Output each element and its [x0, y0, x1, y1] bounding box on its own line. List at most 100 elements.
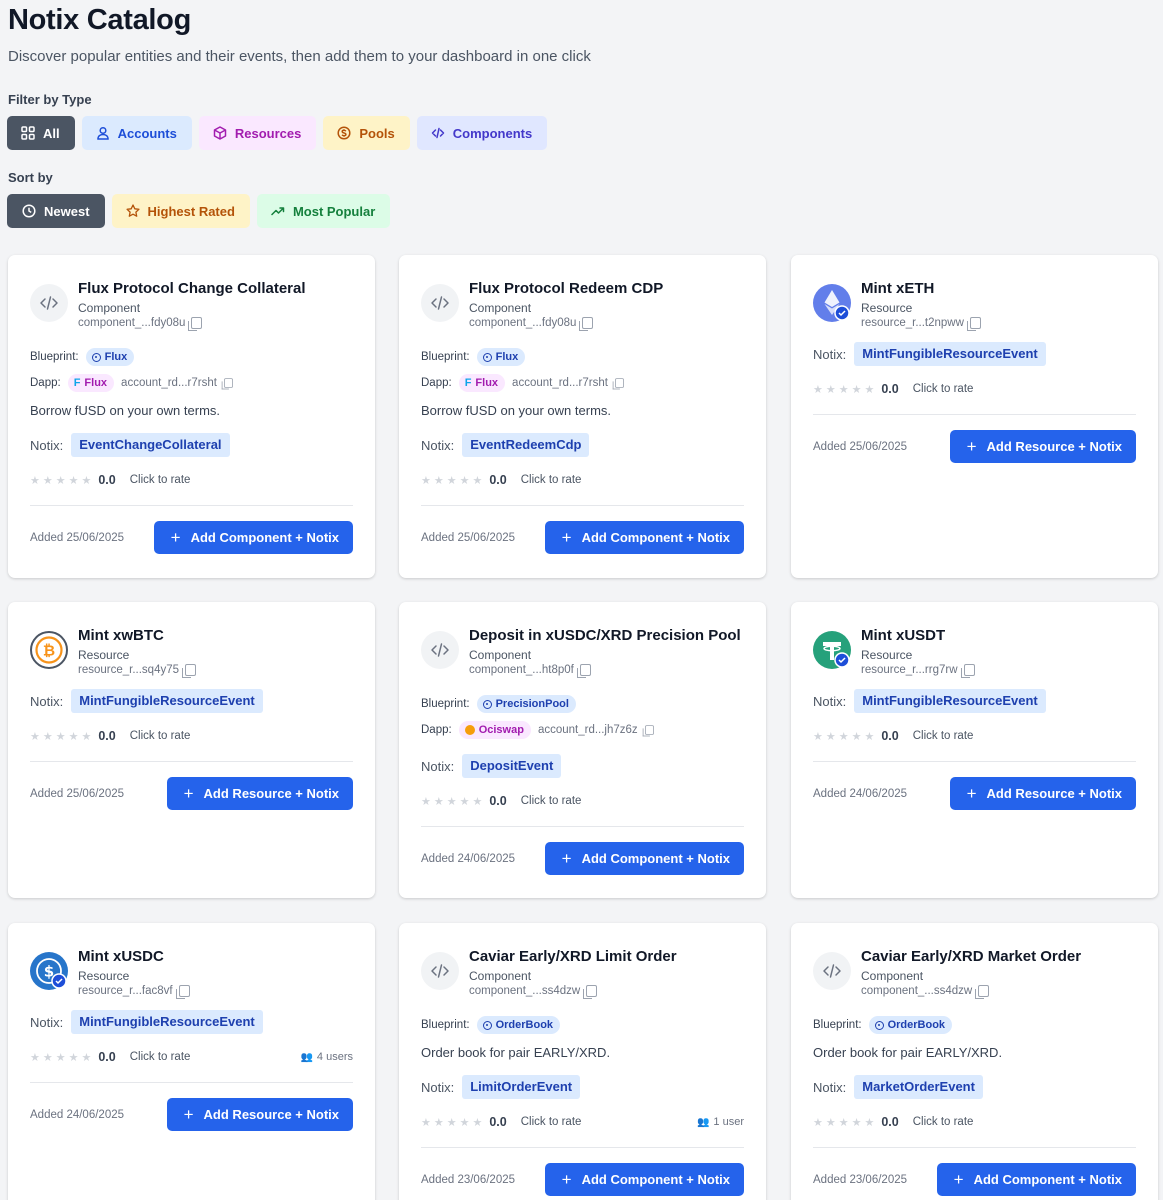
click-to-rate[interactable]: Click to rate [521, 1116, 582, 1128]
click-to-rate[interactable]: Click to rate [521, 474, 582, 486]
rating-stars[interactable]: ★★★★★ [30, 474, 94, 487]
sort-newest-button[interactable]: Newest [7, 194, 105, 228]
card-description: Order book for pair EARLY/XRD. [813, 1045, 1003, 1060]
card-type: Component [469, 969, 532, 983]
event-badge[interactable]: EventRedeemCdp [462, 433, 590, 457]
blueprint-name: Flux [104, 351, 128, 363]
users-count: 👥 1 user [697, 1116, 744, 1128]
card-type: Resource [78, 648, 130, 662]
sort-highest-rated-label: Highest Rated [147, 203, 235, 219]
blueprint-badge[interactable]: OrderBook [476, 1016, 561, 1034]
add-resource-button[interactable]: + Add Resource + Notix [166, 1098, 353, 1131]
click-to-rate[interactable]: Click to rate [913, 383, 974, 395]
copy-icon[interactable] [583, 985, 598, 999]
added-date: Added 23/06/2025 [813, 1173, 908, 1186]
click-to-rate[interactable]: Click to rate [913, 730, 974, 742]
blueprint-badge[interactable]: PrecisionPool [476, 695, 576, 713]
blueprint-badge[interactable]: OrderBook [868, 1016, 953, 1034]
catalog-card: Mint xETH Resource resource_r...t2npww N… [791, 255, 1158, 578]
event-badge[interactable]: MintFungibleResourceEvent [71, 1010, 263, 1034]
sort-most-popular-button[interactable]: Most Popular [256, 194, 391, 228]
event-badge[interactable]: MarketOrderEvent [854, 1075, 983, 1099]
add-button-label: Add Component + Notix [190, 530, 339, 545]
filter-components-button[interactable]: Components [416, 116, 548, 150]
added-date: Added 23/06/2025 [421, 1173, 516, 1186]
filter-all-button[interactable]: All [7, 116, 75, 150]
add-component-button[interactable]: + Add Component + Notix [936, 1163, 1136, 1196]
dapp-badge[interactable]: Ociswap [458, 721, 531, 739]
event-badge[interactable]: MintFungibleResourceEvent [854, 342, 1046, 366]
flux-logo-icon: F [73, 377, 81, 389]
copy-icon[interactable] [642, 725, 654, 737]
dapp-badge[interactable]: F Flux [67, 374, 115, 392]
copy-icon[interactable] [576, 664, 591, 678]
event-badge[interactable]: MintFungibleResourceEvent [71, 689, 263, 713]
sort-highest-rated-button[interactable]: Highest Rated [111, 194, 250, 228]
add-resource-button[interactable]: + Add Resource + Notix [949, 430, 1136, 463]
event-badge[interactable]: DepositEvent [462, 754, 562, 778]
filter-accounts-button[interactable]: Accounts [81, 116, 192, 150]
copy-icon[interactable] [175, 985, 190, 999]
added-date: Added 25/06/2025 [30, 787, 125, 800]
copy-icon[interactable] [975, 985, 990, 999]
divider [30, 761, 353, 762]
dapp-badge[interactable]: F Flux [458, 374, 506, 392]
event-badge[interactable]: MintFungibleResourceEvent [854, 689, 1046, 713]
rating-stars[interactable]: ★★★★★ [813, 383, 877, 396]
rating-stars[interactable]: ★★★★★ [813, 730, 877, 743]
dapp-name: Flux [84, 377, 108, 389]
rating-score: 0.0 [98, 729, 116, 743]
add-resource-button[interactable]: + Add Resource + Notix [166, 777, 353, 810]
rating-stars[interactable]: ★★★★★ [421, 1116, 485, 1129]
copy-icon[interactable] [188, 317, 203, 331]
click-to-rate[interactable]: Click to rate [913, 1116, 974, 1128]
copy-icon[interactable] [960, 664, 975, 678]
card-address: component_...ht8p0f [469, 664, 574, 676]
event-badge[interactable]: EventChangeCollateral [71, 433, 230, 457]
add-resource-button[interactable]: + Add Resource + Notix [949, 777, 1136, 810]
rating-score: 0.0 [881, 1115, 899, 1129]
event-badge[interactable]: LimitOrderEvent [462, 1075, 581, 1099]
sort-newest-label: Newest [44, 203, 90, 219]
add-component-button[interactable]: + Add Component + Notix [544, 521, 744, 554]
filter-resources-button[interactable]: Resources [198, 116, 317, 150]
copy-icon[interactable] [966, 317, 981, 331]
copy-icon[interactable] [221, 378, 233, 390]
blueprint-badge[interactable]: Flux [476, 348, 526, 366]
blueprint-label: Blueprint: [30, 351, 79, 363]
card-title: Deposit in xUSDC/XRD Precision Pool [469, 627, 741, 644]
catalog-card: $ Mint xUSDC Resource resource_r...fac8v… [8, 923, 375, 1200]
rating-stars[interactable]: ★★★★★ [30, 1051, 94, 1064]
add-component-button[interactable]: + Add Component + Notix [544, 842, 744, 875]
divider [813, 1147, 1136, 1148]
coin-icon [337, 126, 351, 140]
click-to-rate[interactable]: Click to rate [130, 730, 191, 742]
blueprint-badge[interactable]: Flux [85, 348, 135, 366]
add-component-button[interactable]: + Add Component + Notix [544, 1163, 744, 1196]
copy-icon[interactable] [182, 664, 197, 678]
add-component-button[interactable]: + Add Component + Notix [153, 521, 353, 554]
flux-logo-icon: F [464, 377, 472, 389]
card-title: Flux Protocol Redeem CDP [469, 280, 664, 297]
click-to-rate[interactable]: Click to rate [521, 795, 582, 807]
blueprint-icon [874, 1020, 884, 1030]
rating-stars[interactable]: ★★★★★ [421, 474, 485, 487]
click-to-rate[interactable]: Click to rate [130, 474, 191, 486]
rating-stars[interactable]: ★★★★★ [30, 730, 94, 743]
code-icon [421, 284, 459, 322]
users-icon: 👥 [300, 1051, 313, 1063]
notix-label: Notix: [421, 758, 455, 774]
add-button-label: Add Component + Notix [581, 530, 730, 545]
rating-stars[interactable]: ★★★★★ [813, 1116, 877, 1129]
rating-stars[interactable]: ★★★★★ [421, 795, 485, 808]
blueprint-icon [91, 352, 101, 362]
clock-icon [22, 204, 36, 218]
catalog-card: Caviar Early/XRD Market Order Component … [791, 923, 1158, 1200]
card-title: Caviar Early/XRD Market Order [861, 948, 1082, 965]
copy-icon[interactable] [612, 378, 624, 390]
filter-pools-button[interactable]: Pools [323, 116, 410, 150]
filter-all-label: All [43, 125, 60, 141]
copy-icon[interactable] [579, 317, 594, 331]
code-icon [30, 284, 68, 322]
click-to-rate[interactable]: Click to rate [130, 1051, 191, 1063]
